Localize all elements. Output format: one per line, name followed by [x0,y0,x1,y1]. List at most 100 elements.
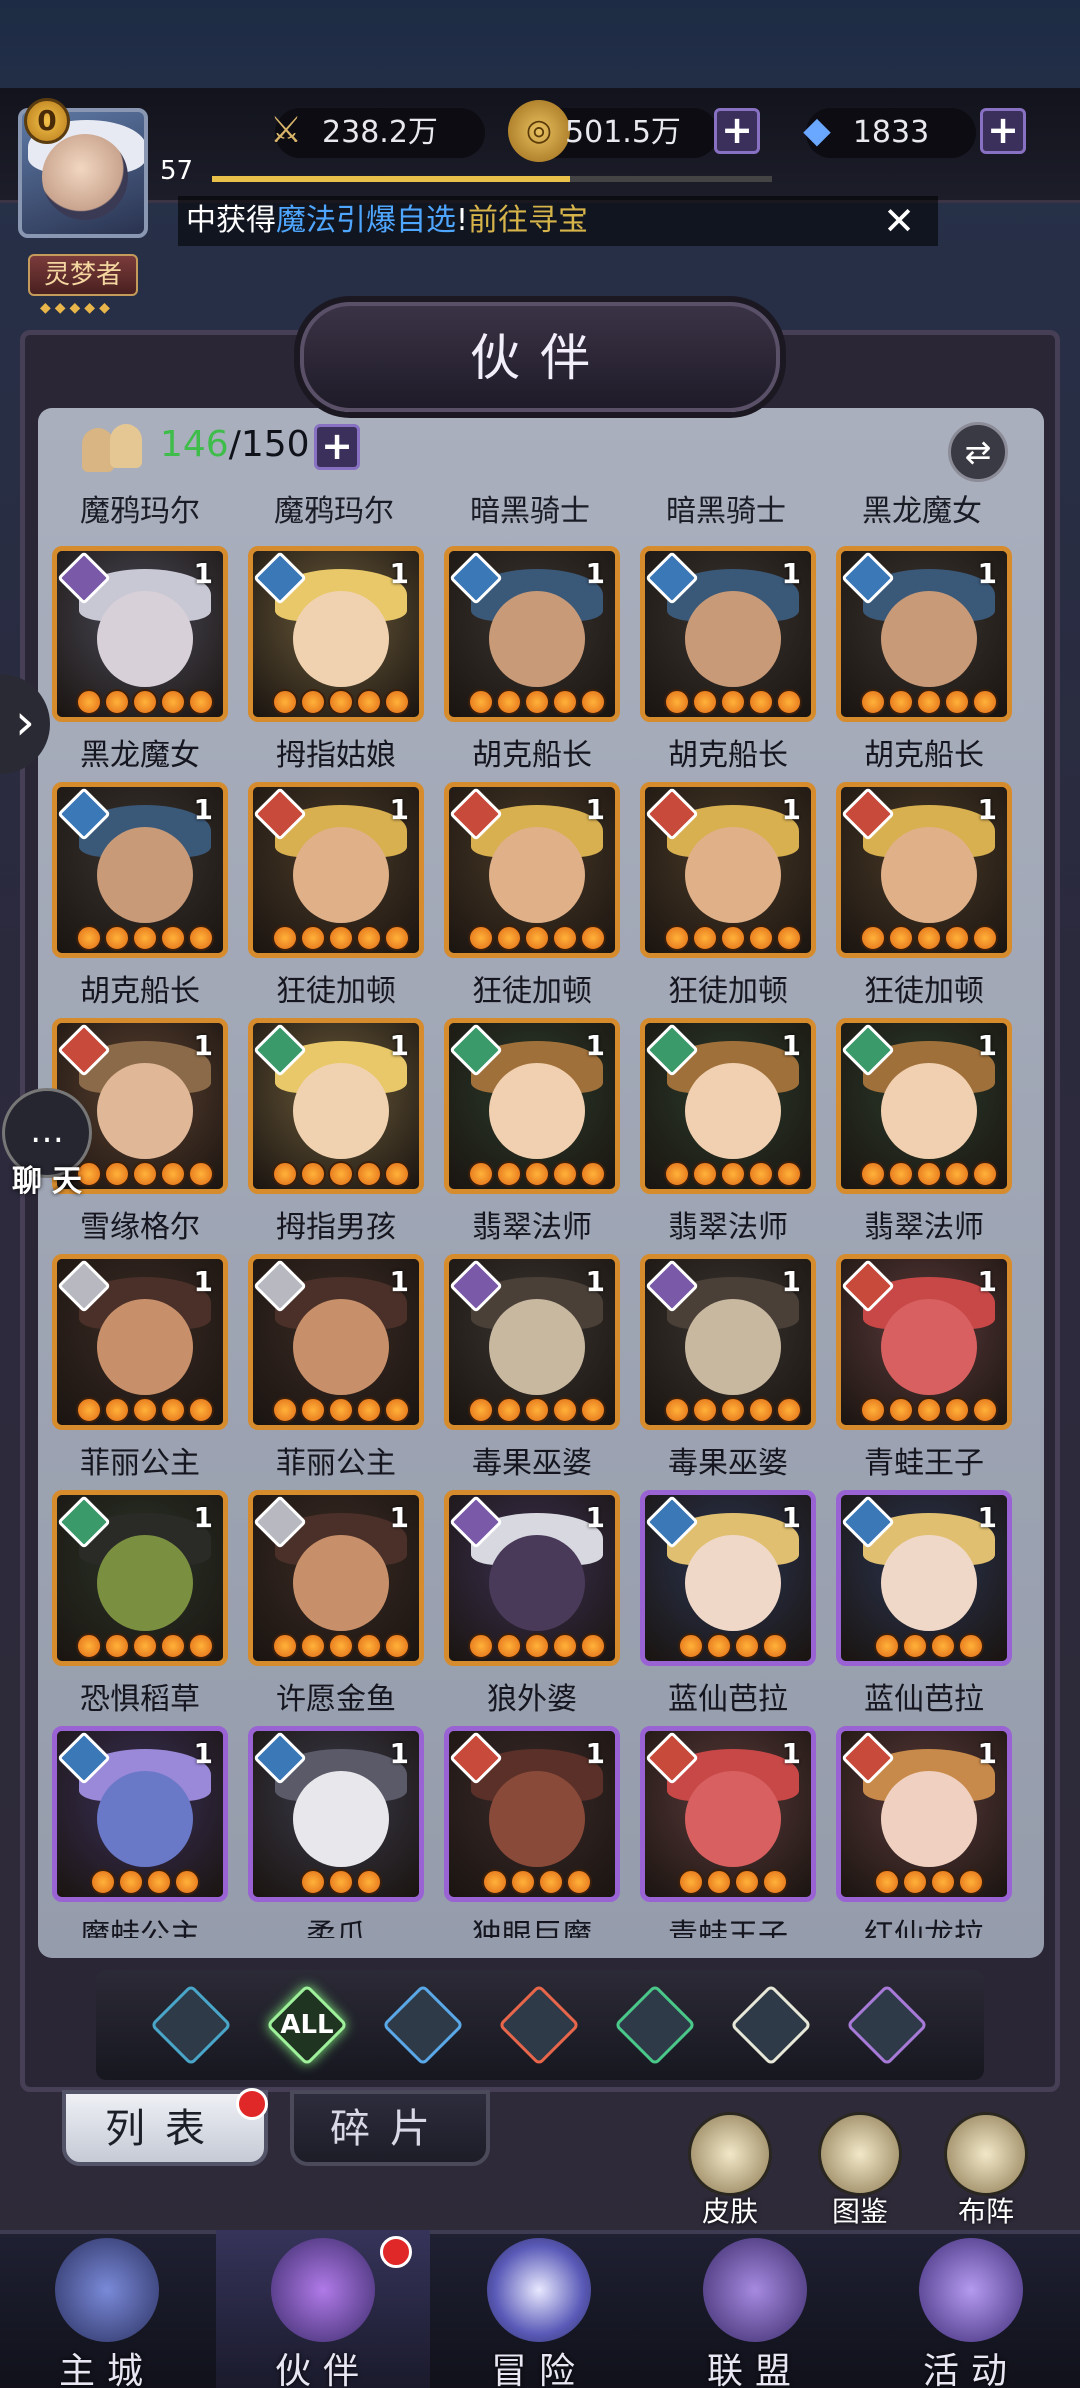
star-icon [384,1397,410,1423]
star-rating [253,1633,419,1659]
filter-light[interactable] [729,1983,813,2067]
castle-icon [55,2238,159,2342]
partner-card[interactable]: 1 翡翠法师 [836,1018,1012,1254]
star-icon [916,1397,942,1423]
star-rating [645,1633,811,1659]
star-icon [188,1397,214,1423]
formation-button[interactable]: 布阵 [940,2112,1032,2228]
tab-shards[interactable]: 碎片 [290,2090,490,2166]
star-icon [678,1869,704,1895]
diamond-value: 1833 [852,115,930,150]
star-icon [132,1161,158,1187]
partner-count: 1 [389,557,409,590]
partner-count: 1 [781,1265,801,1298]
announcement-ticker[interactable]: 中获得魔法引爆自选!前往寻宝 [178,196,938,246]
partner-card[interactable]: 1 胡克船长 [52,782,228,1018]
star-icon [272,1633,298,1659]
partner-portrait: 1 [836,1726,1012,1902]
filter-label [730,1984,812,2066]
partner-card[interactable]: 1 菲丽公主 [52,1254,228,1490]
star-rating [449,1633,615,1659]
filter-water[interactable] [381,1983,465,2067]
nav-main-city[interactable]: 主城 [0,2230,214,2388]
chat-label[interactable]: 聊天 [12,1156,92,1200]
partner-count: 1 [977,557,997,590]
filter-tide[interactable] [149,1983,233,2067]
partner-card[interactable]: 1 菲丽公主 [248,1254,424,1490]
partner-count: 1 [977,793,997,826]
star-icon [902,1869,928,1895]
partner-card[interactable]: 1 拇指男孩 [248,1018,424,1254]
partner-name: 青蛙王子 [668,1918,788,1938]
star-icon [958,1869,984,1895]
star-icon [524,689,550,715]
filter-all[interactable]: ALL [265,1983,349,2067]
partner-card[interactable]: 1 狂徒加顿 [444,782,620,1018]
star-icon [300,689,326,715]
star-icon [720,689,746,715]
filter-dark[interactable] [845,1983,929,2067]
star-rating [57,689,223,715]
partner-card[interactable]: 1 蓝仙芭拉 [836,1490,1012,1726]
star-icon [328,925,354,951]
partner-card[interactable]: 1 恐惧稻草 [52,1490,228,1726]
partner-card[interactable]: 1 青蛙王子 [836,1254,1012,1490]
nav-label: 伙伴 [274,2351,371,2388]
star-icon [664,1397,690,1423]
partner-count: 1 [781,1737,801,1770]
partner-card[interactable]: 1 狂徒加顿 [248,782,424,1018]
star-icon [76,1397,102,1423]
star-icon [552,1633,578,1659]
nav-label: 联盟 [706,2351,803,2388]
partner-card[interactable]: 1 胡克船长 [640,546,816,782]
partner-name: 狂徒加顿 [668,974,788,1009]
partner-card[interactable]: 1 独眼巨魔 [444,1726,620,1938]
nav-adventure[interactable]: 冒险 [432,2230,646,2388]
partner-card[interactable]: 1 拇指姑娘 [248,546,424,782]
star-icon [160,1633,186,1659]
star-icon [972,925,998,951]
partner-card[interactable]: 1 许愿金鱼 [248,1490,424,1726]
star-icon [552,1161,578,1187]
partner-portrait: 1 [248,1018,424,1194]
partner-card[interactable]: 1 狼外婆 [444,1490,620,1726]
partner-card[interactable]: 1 蓝仙芭拉 [640,1490,816,1726]
skin-button[interactable]: 皮肤 [684,2112,776,2228]
nav-events[interactable]: 活动 [864,2230,1078,2388]
partner-portrait: 1 [836,1490,1012,1666]
partner-card[interactable]: 1 柔爪 [248,1726,424,1938]
star-icon [944,1397,970,1423]
star-rating [841,1869,1007,1895]
partner-card[interactable]: 1 毒果巫婆 [444,1254,620,1490]
filter-fire[interactable] [497,1983,581,2067]
partner-card[interactable]: 1 红仙龙拉 [836,1726,1012,1938]
partner-card[interactable]: 1 翡翠法师 [640,1018,816,1254]
ticker-punct: ! [456,203,469,238]
partner-card[interactable]: 1 胡克船长 [444,546,620,782]
star-icon [580,925,606,951]
partner-card[interactable]: 1 青蛙王子 [640,1726,816,1938]
partner-card[interactable]: 1 狂徒加顿 [836,782,1012,1018]
star-icon [328,1161,354,1187]
star-icon [692,1397,718,1423]
add-diamond-button[interactable]: + [980,108,1026,154]
partner-name: 黑龙魔女 [80,738,200,773]
ticker-link[interactable]: 前往寻宝 [468,203,588,238]
filter-wind[interactable] [613,1983,697,2067]
star-icon [664,925,690,951]
partner-card[interactable]: 1 黑龙魔女 [52,546,228,782]
partner-card[interactable]: 1 毒果巫婆 [640,1254,816,1490]
close-icon[interactable]: ✕ [880,202,918,240]
partner-card[interactable]: 1 翡翠法师 [444,1018,620,1254]
star-icon [720,925,746,951]
partner-name: 魔蛙公主 [80,1918,200,1938]
codex-button[interactable]: 图鉴 [814,2112,906,2228]
add-gold-button[interactable]: + [714,108,760,154]
partner-card[interactable]: 1 狂徒加顿 [640,782,816,1018]
partner-card[interactable]: 1 胡克船长 [836,546,1012,782]
star-icon [356,1161,382,1187]
nav-alliance[interactable]: 联盟 [648,2230,862,2388]
star-rating [645,689,811,715]
star-icon [720,1161,746,1187]
partner-card[interactable]: 1 魔蛙公主 [52,1726,228,1938]
